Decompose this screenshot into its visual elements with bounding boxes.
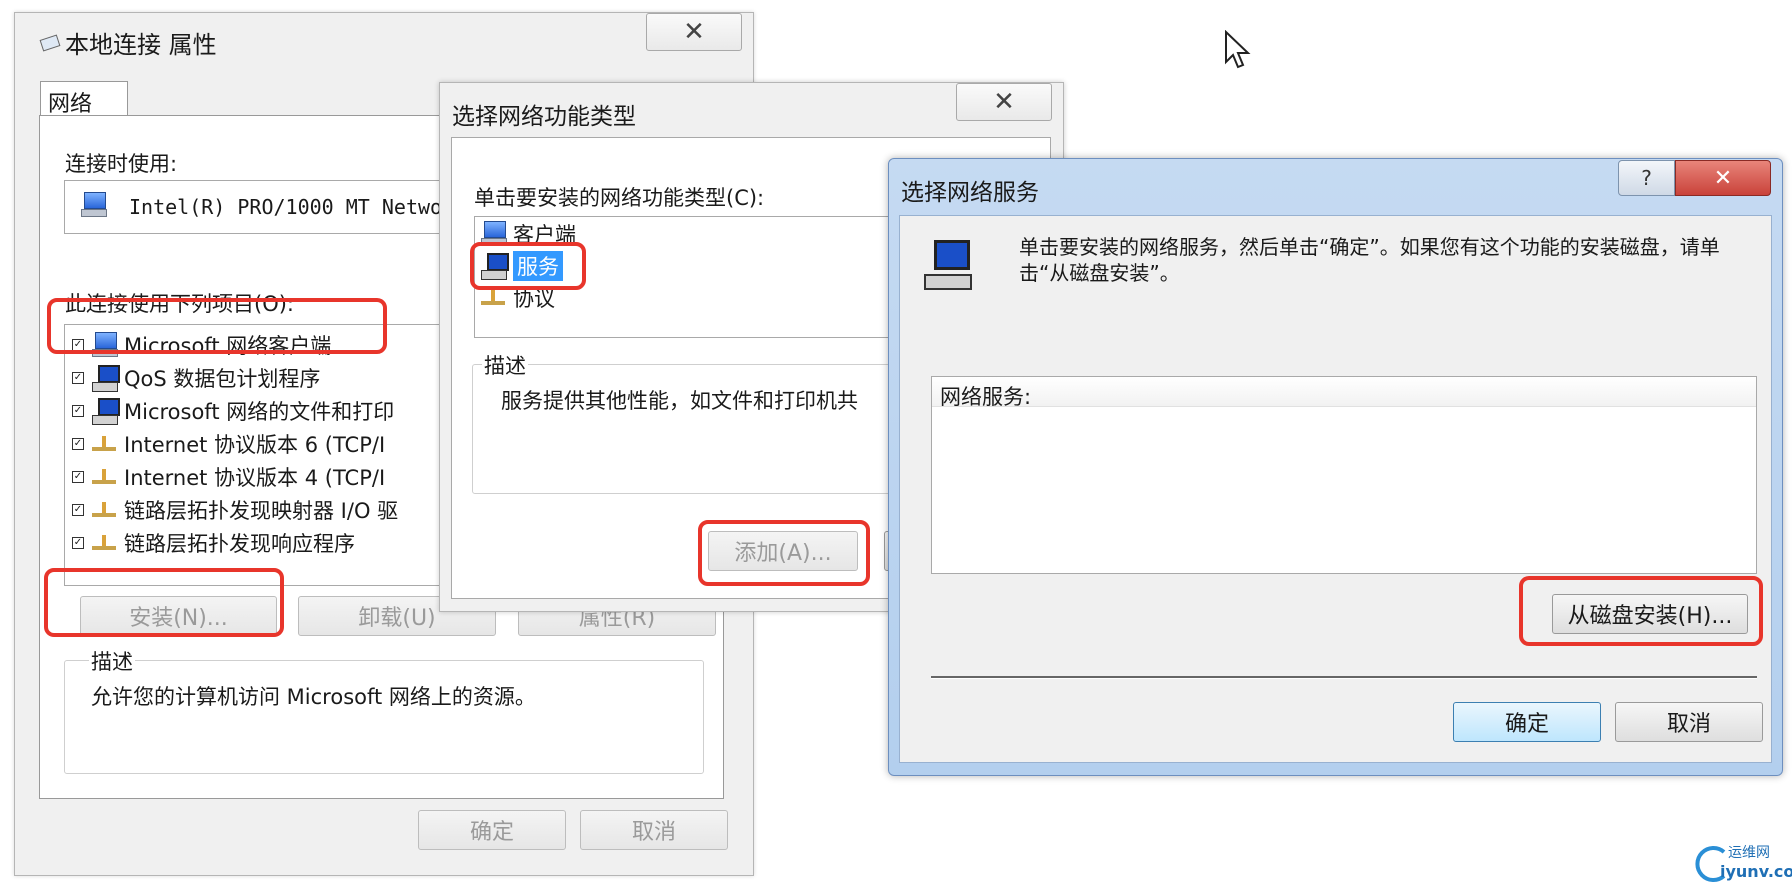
item-label: QoS 数据包计划程序 <box>124 367 321 391</box>
item-label: Internet 协议版本 6 (TCP/I <box>124 433 386 457</box>
close-button[interactable]: ✕ <box>646 13 742 51</box>
separator <box>931 676 1757 679</box>
list-item[interactable]: ✓ QoS 数据包计划程序 <box>72 363 320 393</box>
list-item[interactable]: ✓ Microsoft 网络的文件和打印 <box>72 396 394 426</box>
item-label: 链路层拓扑发现响应程序 <box>124 532 355 556</box>
ok-button[interactable]: 确定 <box>418 810 566 850</box>
service-computer-icon <box>90 364 120 392</box>
description-label: 描述 <box>89 646 135 676</box>
highlight-ms-client <box>47 298 387 354</box>
service-computer-icon <box>90 397 120 425</box>
prompt-label: 单击要安装的网络功能类型(C): <box>474 186 765 210</box>
list-item[interactable]: ✓ 链路层拓扑发现响应程序 <box>72 528 355 558</box>
checkbox[interactable]: ✓ <box>72 405 84 417</box>
close-button[interactable]: ✕ <box>1675 160 1771 196</box>
tab-network[interactable]: 网络 <box>40 81 128 117</box>
list-item[interactable]: ✓ 链路层拓扑发现映射器 I/O 驱 <box>72 495 398 525</box>
help-icon: ? <box>1641 166 1652 190</box>
list-item[interactable]: ✓ Internet 协议版本 4 (TCP/I <box>72 462 385 492</box>
checkbox[interactable]: ✓ <box>72 504 84 516</box>
help-button[interactable]: ? <box>1618 160 1675 196</box>
description-box: 允许您的计算机访问 Microsoft 网络上的资源。 <box>64 660 704 774</box>
list-header: 网络服务: <box>932 377 1756 409</box>
ok-button[interactable]: 确定 <box>1453 702 1601 742</box>
dialog-body: 单击要安装的网络服务，然后单击“确定”。如果您有这个功能的安装磁盘，请单击“从磁… <box>899 215 1772 763</box>
list-item[interactable]: ✓ Internet 协议版本 6 (TCP/I <box>72 429 385 459</box>
highlight-service-item <box>470 242 586 290</box>
checkbox[interactable]: ✓ <box>72 372 84 384</box>
highlight-have-disk-button <box>1519 576 1763 646</box>
mouse-cursor-icon <box>1225 30 1251 69</box>
cancel-button[interactable]: 取消 <box>580 810 728 850</box>
protocol-icon <box>90 433 118 455</box>
watermark-logo: 运维网 iyunv.com <box>1690 842 1792 886</box>
checkbox[interactable]: ✓ <box>72 471 84 483</box>
description-text: 允许您的计算机访问 Microsoft 网络上的资源。 <box>91 685 536 709</box>
close-icon: ✕ <box>993 87 1015 117</box>
checkbox[interactable]: ✓ <box>72 537 84 549</box>
dialog-title: 选择网络功能类型 <box>452 104 636 130</box>
instructions-text: 单击要安装的网络服务，然后单击“确定”。如果您有这个功能的安装磁盘，请单击“从磁… <box>1019 235 1720 285</box>
service-list[interactable]: 网络服务: <box>931 376 1757 574</box>
cancel-button[interactable]: 取消 <box>1615 702 1763 742</box>
checkbox[interactable]: ✓ <box>72 438 84 450</box>
watermark-url: iyunv.com <box>1720 862 1792 881</box>
watermark-name: 运维网 <box>1728 845 1770 861</box>
item-label: Microsoft 网络的文件和打印 <box>124 400 395 424</box>
description-text: 服务提供其他性能，如文件和打印机共 <box>501 389 858 413</box>
close-icon: ✕ <box>683 17 705 47</box>
description-label: 描述 <box>482 350 528 380</box>
protocol-icon <box>90 499 118 521</box>
item-label: Internet 协议版本 4 (TCP/I <box>124 466 386 490</box>
adapter-name: Intel(R) PRO/1000 MT Netwo <box>129 195 443 219</box>
dialog-title: 本地连接 属性 <box>65 31 217 59</box>
network-adapter-icon <box>79 191 107 219</box>
tab-label: 网络 <box>48 92 93 117</box>
protocol-icon <box>479 287 507 309</box>
dialog-title: 选择网络服务 <box>901 180 1039 206</box>
select-network-service-dialog: 选择网络服务 ? ✕ 单击要安装的网络服务，然后单击“确定”。如果您有这个功能的… <box>888 158 1783 776</box>
close-button[interactable]: ✕ <box>956 83 1052 121</box>
close-icon: ✕ <box>1713 165 1733 191</box>
titlebar: 本地连接 属性 ✕ <box>15 13 753 65</box>
network-service-computer-icon <box>920 238 976 296</box>
item-label: 链路层拓扑发现映射器 I/O 驱 <box>124 499 399 523</box>
list-header-label: 网络服务: <box>940 385 1032 409</box>
protocol-icon <box>90 466 118 488</box>
highlight-add-button <box>698 520 870 586</box>
protocol-icon <box>90 532 118 554</box>
highlight-install-button <box>44 568 284 637</box>
connect-using-label: 连接时使用: <box>65 152 178 176</box>
network-connection-icon <box>39 34 61 52</box>
